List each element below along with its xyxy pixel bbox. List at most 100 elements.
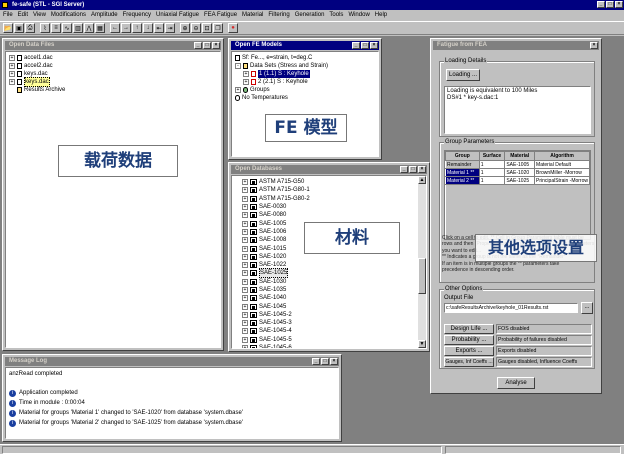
table-row[interactable]: Material 2 ** 1 SAE-1025 PrincipalStrain… xyxy=(445,176,590,185)
fe-dataset-1[interactable]: +1 (1.1) S : Keyhole xyxy=(235,70,375,78)
close-button[interactable]: × xyxy=(590,42,598,49)
browse-output-button[interactable]: ... xyxy=(581,302,593,314)
material-item[interactable]: + SAE-0030 xyxy=(242,203,416,211)
expand-icon[interactable]: + xyxy=(242,179,248,186)
data-file-item[interactable]: Results Archive xyxy=(9,86,217,94)
surface-cell[interactable]: 1 xyxy=(478,168,506,177)
expand-icon[interactable]: + xyxy=(242,303,248,310)
group-name-cell[interactable]: Material 1 ** xyxy=(445,168,480,177)
scroll-thumb[interactable] xyxy=(418,258,426,294)
expand-icon[interactable]: + xyxy=(9,79,15,85)
fe-dataset-2[interactable]: +2 (2.1) S : Keyhole xyxy=(235,78,375,86)
minimize-button[interactable]: _ xyxy=(312,358,320,365)
menu-item[interactable]: Frequency xyxy=(123,12,151,18)
maximize-button[interactable]: □ xyxy=(361,42,369,49)
expand-icon[interactable]: + xyxy=(9,71,15,77)
menu-item[interactable]: FEA Fatigue xyxy=(204,12,237,18)
material-item[interactable]: + SAE-1040 xyxy=(242,294,416,302)
expand-icon[interactable]: + xyxy=(9,55,15,61)
material-item[interactable]: + ASTM A715-G80-2 xyxy=(242,195,416,203)
menu-item[interactable]: Filtering xyxy=(268,12,289,18)
expand-icon[interactable]: + xyxy=(242,311,248,318)
expand-icon[interactable]: + xyxy=(242,328,248,335)
material-item[interactable]: + SAE-1030 xyxy=(242,278,416,286)
menu-item[interactable]: Help xyxy=(375,12,387,18)
material-cell[interactable]: SAE-1020 xyxy=(504,168,536,177)
scroll-down-arrow[interactable]: ▼ xyxy=(418,340,426,348)
menu-item[interactable]: Modifications xyxy=(51,12,86,18)
material-cell[interactable]: SAE-1005 xyxy=(504,160,536,169)
menu-item[interactable]: Uniaxial Fatigue xyxy=(156,12,199,18)
expand-icon[interactable]: + xyxy=(242,278,248,285)
expand-icon[interactable]: + xyxy=(9,63,15,69)
group-name-cell[interactable]: Material 2 ** xyxy=(445,176,480,185)
output-file-input[interactable]: c:\safeResultsArchive\keyhole_01Results.… xyxy=(444,303,578,313)
expand-icon[interactable]: + xyxy=(242,336,248,343)
material-item[interactable]: + SAE-0080 xyxy=(242,211,416,219)
maximize-button[interactable]: □ xyxy=(203,42,211,49)
data-file-item[interactable]: + accel1.dac xyxy=(9,54,217,62)
expand-icon[interactable]: + xyxy=(235,87,241,93)
scroll-up-arrow[interactable]: ▲ xyxy=(418,176,426,184)
surface-cell[interactable]: 1 xyxy=(478,176,506,185)
fe-datasets-node[interactable]: - Data Sets (Stress and Strain) xyxy=(235,62,375,70)
expand-icon[interactable]: + xyxy=(242,195,248,202)
menu-item[interactable]: Edit xyxy=(18,12,28,18)
expand-icon[interactable]: + xyxy=(242,212,248,219)
fe-temperatures-node[interactable]: No Temperatures xyxy=(235,94,375,102)
menu-item[interactable]: View xyxy=(33,12,46,18)
group-name-cell[interactable]: Remainder xyxy=(445,160,480,169)
minimize-button[interactable]: _ xyxy=(400,166,408,173)
stop-icon[interactable]: ● xyxy=(228,23,238,33)
menu-item[interactable]: Material xyxy=(242,12,263,18)
zoom-fit-icon[interactable]: ⊡ xyxy=(202,23,212,33)
algorithm-cell[interactable]: PrincipalStrain -Morrow xyxy=(534,176,590,185)
zoom-in-icon[interactable]: ⊕ xyxy=(180,23,190,33)
close-button[interactable]: × xyxy=(418,166,426,173)
expand-icon[interactable]: + xyxy=(242,345,248,348)
probability-button[interactable]: Probability ... xyxy=(444,335,494,345)
minimize-button[interactable]: _ xyxy=(194,42,202,49)
expand-icon[interactable]: + xyxy=(242,245,248,252)
expand-icon[interactable]: + xyxy=(243,71,249,77)
open-icon[interactable]: 📂 xyxy=(3,23,13,33)
design-life-button[interactable]: Design Life ... xyxy=(444,324,494,334)
data-file-item[interactable]: + keys.dac xyxy=(9,77,217,87)
expand-icon[interactable]: + xyxy=(242,204,248,211)
window-icon[interactable]: ❐ xyxy=(213,23,223,33)
list-icon[interactable]: ≡ xyxy=(51,23,61,33)
table-icon[interactable]: ▦ xyxy=(95,23,105,33)
material-item[interactable]: + SAE-1045-3 xyxy=(242,319,416,327)
collapse-icon[interactable]: - xyxy=(235,63,241,69)
exports-button[interactable]: Exports ... xyxy=(444,346,494,356)
expand-icon[interactable]: + xyxy=(242,295,248,302)
algorithm-cell[interactable]: Material Default xyxy=(534,160,590,169)
menu-item[interactable]: File xyxy=(3,12,13,18)
material-cell[interactable]: SAE-1025 xyxy=(504,176,536,185)
table-row[interactable]: Remainder 1 SAE-1005 Material Default xyxy=(445,160,590,169)
plot-icon[interactable]: ⌇ xyxy=(40,23,50,33)
gauges-button[interactable]: Gauges, Inf Coeffs ... xyxy=(444,357,494,367)
minimize-button[interactable]: _ xyxy=(352,42,360,49)
close-button[interactable]: × xyxy=(330,358,338,365)
material-item[interactable]: + SAE-1045-2 xyxy=(242,311,416,319)
maximize-button[interactable]: □ xyxy=(606,1,614,8)
right-arrow-icon[interactable]: → xyxy=(121,23,131,33)
expand-icon[interactable]: + xyxy=(242,237,248,244)
minimize-button[interactable]: _ xyxy=(597,1,605,8)
expand-icon[interactable]: + xyxy=(242,187,248,194)
analyse-button[interactable]: Analyse xyxy=(497,377,535,389)
zoom-out-icon[interactable]: ⊖ xyxy=(191,23,201,33)
expand-icon[interactable]: + xyxy=(242,228,248,235)
last-icon[interactable]: ⇥ xyxy=(165,23,175,33)
first-icon[interactable]: ⇤ xyxy=(154,23,164,33)
expand-icon[interactable]: + xyxy=(242,220,248,227)
expand-icon[interactable]: + xyxy=(243,79,249,85)
expand-icon[interactable]: + xyxy=(242,287,248,293)
down-arrow-icon[interactable]: ↓ xyxy=(143,23,153,33)
close-button[interactable]: × xyxy=(615,1,623,8)
material-item[interactable]: + ASTM A715-G50 xyxy=(242,178,416,186)
menu-item[interactable]: Amplitude xyxy=(91,12,118,18)
maximize-button[interactable]: □ xyxy=(321,358,329,365)
algorithm-cell[interactable]: BrownMiller -Morrow xyxy=(534,168,590,177)
